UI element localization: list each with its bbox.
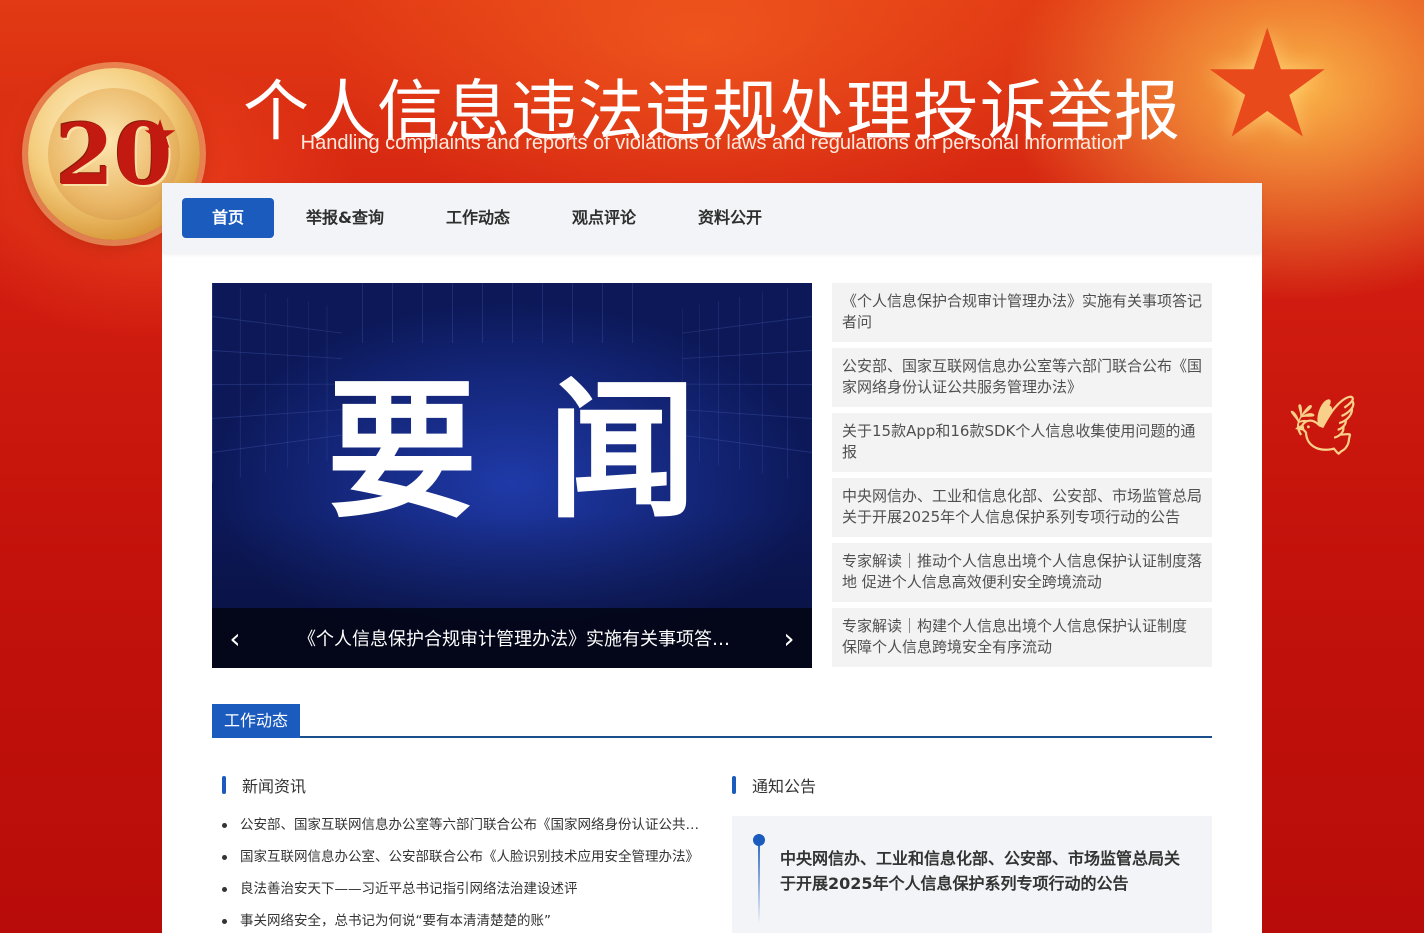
list-item[interactable]: 事关网络安全，总书记为何说“要有本清清楚楚的账” [222,912,702,933]
nav-report-query[interactable]: 举报&查询 [276,198,414,238]
notice-item[interactable]: 中央网信办、工业和信息化部、公安部、市场监管总局关于开展2025年个人信息保护系… [780,846,1190,896]
nav-work-news[interactable]: 工作动态 [416,198,540,238]
nav-open-info[interactable]: 资料公开 [668,198,792,238]
headline-item[interactable]: 关于15款App和16款SDK个人信息收集使用问题的通报 [832,413,1212,472]
nav-home[interactable]: 首页 [182,198,275,238]
headline-item[interactable]: 《个人信息保护合规审计管理办法》实施有关事项答记者问 [832,283,1212,342]
section-tab-work-news[interactable]: 工作动态 [212,704,301,738]
chevron-left-icon[interactable]: ‹ [212,622,258,655]
carousel-image-text: 要闻 [326,363,767,539]
headline-list: 《个人信息保护合规审计管理办法》实施有关事项答记者问 公安部、国家互联网信息办公… [832,283,1212,673]
site-subtitle: Handling complaints and reports of viola… [300,132,1124,154]
headline-item[interactable]: 专家解读｜构建个人信息出境个人信息保护认证制度 保障个人信息跨境安全有序流动 [832,608,1212,667]
main-panel: 首页 举报&查询 工作动态 观点评论 资料公开 要闻 ‹ 《个人信息保护合规审计… [162,183,1262,933]
news-list: 公安部、国家互联网信息办公室等六部门联合公布《国家网络身份认证公共服务管理办法》… [222,816,702,933]
chevron-right-icon[interactable]: › [766,622,812,655]
dove-decoration-icon: 🕊 [1285,391,1366,466]
notice-box: 中央网信办、工业和信息化部、公安部、市场监管总局关于开展2025年个人信息保护系… [732,816,1212,933]
headline-item[interactable]: 专家解读｜推动个人信息出境个人信息保护认证制度落地 促进个人信息高效便利安全跨境… [832,543,1212,602]
news-carousel[interactable]: 要闻 ‹ 《个人信息保护合规审计管理办法》实施有关事项答记者问 › [212,283,812,668]
headline-item[interactable]: 公安部、国家互联网信息办公室等六部门联合公布《国家网络身份认证公共服务管理办法》 [832,348,1212,407]
timeline-dot-icon [753,834,765,846]
main-nav: 首页 举报&查询 工作动态 观点评论 资料公开 [162,183,1262,253]
carousel-caption[interactable]: 《个人信息保护合规审计管理办法》实施有关事项答记者问 [258,625,766,651]
list-item[interactable]: 良法善治安天下——习近平总书记指引网络法治建设述评 [222,880,702,912]
nav-opinions[interactable]: 观点评论 [542,198,666,238]
carousel-caption-bar: ‹ 《个人信息保护合规审计管理办法》实施有关事项答记者问 › [212,608,812,668]
timeline-line [758,834,760,924]
carousel-grid-top [362,283,662,343]
list-item[interactable]: 国家互联网信息办公室、公安部联合公布《人脸识别技术应用安全管理办法》 [222,848,702,880]
headline-item[interactable]: 中央网信办、工业和信息化部、公安部、市场监管总局关于开展2025年个人信息保护系… [832,478,1212,537]
section-header: 工作动态 [212,703,1212,738]
notice-column-title: 通知公告 [732,773,816,797]
news-column-title: 新闻资讯 [222,773,306,797]
list-item[interactable]: 公安部、国家互联网信息办公室等六部门联合公布《国家网络身份认证公共服务管理办法》 [222,816,702,848]
